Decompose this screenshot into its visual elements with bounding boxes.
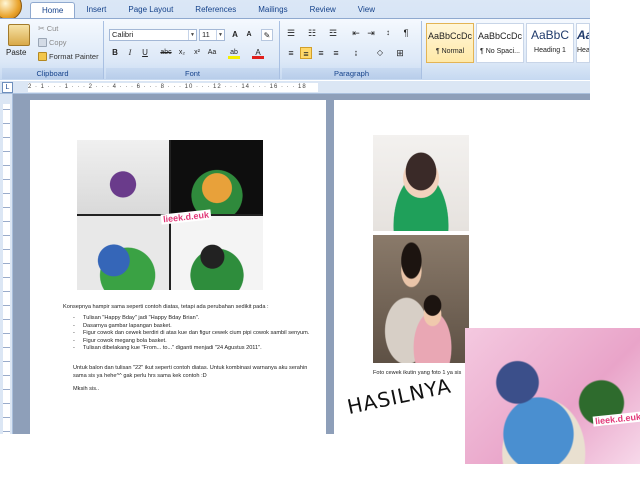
office-button[interactable] <box>0 0 22 20</box>
multilevel-list-icon[interactable]: ☲ <box>327 27 339 39</box>
collage-photo-4 <box>171 216 263 290</box>
grow-font-icon[interactable]: A <box>229 29 241 41</box>
font-color-icon[interactable]: A <box>252 47 264 59</box>
list-item: Figur cowok dan cewek berdiri di atas ku… <box>71 330 313 338</box>
style-no-spacing-name: ¶ No Spaci... <box>480 48 520 55</box>
style-no-spacing-sample: AaBbCcDc <box>477 31 522 41</box>
show-marks-icon[interactable]: ¶ <box>400 27 412 39</box>
tab-review[interactable]: Review <box>299 2 347 19</box>
font-name-select[interactable]: Calibri ▼ <box>109 29 197 41</box>
girl-photo <box>373 135 469 231</box>
style-no-spacing[interactable]: AaBbCcDc ¶ No Spaci... <box>476 23 524 63</box>
list-item: Tulisan "Happy Bday" jadi "Happy Bday Br… <box>71 315 313 323</box>
vertical-ruler-scale <box>3 104 10 434</box>
style-heading-2[interactable]: Aa Hea <box>576 23 590 63</box>
result-cake-photo: lieek.d.euk <box>465 328 640 464</box>
tab-insert[interactable]: Insert <box>75 2 117 19</box>
tab-mailings[interactable]: Mailings <box>247 2 298 19</box>
font-name-value: Calibri <box>112 30 134 39</box>
result-watermark: lieek.d.euk <box>592 411 640 427</box>
style-heading-1[interactable]: AaBbC Heading 1 <box>526 23 574 63</box>
scissors-icon: ✂ <box>38 24 45 33</box>
increase-indent-icon[interactable]: ⇥ <box>365 27 377 39</box>
font-name-dropdown-icon: ▼ <box>188 30 196 40</box>
format-painter-button[interactable]: Format Painter <box>38 52 99 61</box>
shrink-font-icon[interactable]: A <box>243 29 255 41</box>
tab-selector[interactable]: L <box>2 82 13 93</box>
paragraph-group: ☰ ☷ ☲ ⇤ ⇥ ↕ ¶ ≡ ≡ ≡ ≡ ↨ ◇ ⊞ Paragraph <box>282 21 422 79</box>
clipboard-group-label: Clipboard <box>2 68 103 79</box>
sort-icon[interactable]: ↕ <box>382 27 394 39</box>
line-spacing-icon[interactable]: ↨ <box>350 47 362 59</box>
strikethrough-icon[interactable]: abc <box>160 47 172 59</box>
style-normal-sample: AaBbCcDc <box>427 31 472 41</box>
style-heading-1-sample: AaBbC <box>530 28 570 42</box>
italic-icon[interactable]: I <box>124 47 136 59</box>
ribbon-tabs: Home Insert Page Layout References Maili… <box>30 2 386 19</box>
tab-view[interactable]: View <box>347 2 386 19</box>
collage-photo-2 <box>171 140 263 214</box>
list-item: Tulisan dibelakang kue "From... to..." d… <box>71 345 313 353</box>
document-body-text: Konsepnya hampir sama seperti contoh dia… <box>63 304 313 394</box>
borders-icon[interactable]: ⊞ <box>394 47 406 59</box>
style-normal[interactable]: AaBbCcDc ¶ Normal <box>426 23 474 63</box>
collage-photo-1 <box>77 140 169 214</box>
horizontal-ruler[interactable]: 2 · 1 · · · 1 · · · 2 · · · 4 · · · 6 · … <box>28 83 318 92</box>
align-left-icon[interactable]: ≡ <box>285 47 297 59</box>
couple-photo <box>373 235 469 363</box>
tab-page-layout[interactable]: Page Layout <box>117 2 184 19</box>
word-window: Home Insert Page Layout References Maili… <box>0 0 640 480</box>
underline-icon[interactable]: U <box>139 47 151 59</box>
horizontal-ruler-bar: L 2 · 1 · · · 1 · · · 2 · · · 4 · · · 6 … <box>0 81 590 94</box>
font-size-select[interactable]: 11 ▼ <box>199 29 225 41</box>
cake-collage-image: lieek.d.euk <box>77 140 263 290</box>
numbering-icon[interactable]: ☷ <box>306 27 318 39</box>
decrease-indent-icon[interactable]: ⇤ <box>350 27 362 39</box>
tab-references[interactable]: References <box>184 2 247 19</box>
bullets-icon[interactable]: ☰ <box>285 27 297 39</box>
paste-icon <box>8 24 30 46</box>
shading-icon[interactable]: ◇ <box>374 47 386 59</box>
font-size-dropdown-icon: ▼ <box>216 30 224 40</box>
collage-photo-3 <box>77 216 169 290</box>
font-size-value: 11 <box>202 30 210 39</box>
bold-icon[interactable]: B <box>109 47 121 59</box>
style-heading-2-sample: Aa <box>577 28 589 42</box>
clipboard-group: Paste ✂ Cut Copy Format Painter Clipboar… <box>2 21 104 79</box>
closing-paragraph: Mksih sis.. <box>73 386 100 393</box>
style-heading-1-name: Heading 1 <box>534 47 566 54</box>
list-item: Figur cowok megang bola basket. <box>71 338 313 346</box>
vertical-ruler[interactable] <box>0 94 13 434</box>
brush-icon <box>38 52 47 61</box>
style-normal-name: ¶ Normal <box>435 48 465 55</box>
highlight-icon[interactable]: ab <box>228 47 240 59</box>
style-heading-2-name: Hea <box>577 47 589 54</box>
balloon-note-paragraph: Untuk balon dan tulisan "22" ikut sepert… <box>73 365 308 379</box>
copy-button[interactable]: Copy <box>38 38 67 47</box>
superscript-icon[interactable]: x² <box>191 47 203 59</box>
cut-button[interactable]: ✂ Cut <box>38 24 58 33</box>
paragraph-group-label: Paragraph <box>282 68 421 79</box>
font-group-label: Font <box>106 68 279 79</box>
align-center-icon[interactable]: ≡ <box>300 47 312 59</box>
paste-button[interactable]: Paste <box>6 48 26 57</box>
copy-icon <box>38 38 47 47</box>
change-list: Tulisan "Happy Bday" jadi "Happy Bday Br… <box>71 315 313 352</box>
align-right-icon[interactable]: ≡ <box>315 47 327 59</box>
ribbon-panel: Paste ✂ Cut Copy Format Painter Clipboar… <box>0 18 590 80</box>
page-left[interactable]: lieek.d.euk Konsepnya hampir sama sepert… <box>30 100 326 434</box>
ribbon: Home Insert Page Layout References Maili… <box>0 0 590 80</box>
format-painter-label: Format Painter <box>49 52 99 61</box>
tab-home[interactable]: Home <box>30 2 76 19</box>
clear-formatting-icon[interactable]: ✎ <box>261 29 273 41</box>
change-case-icon[interactable]: Aa <box>206 47 218 59</box>
intro-paragraph: Konsepnya hampir sama seperti contoh dia… <box>63 304 269 310</box>
subscript-icon[interactable]: x₂ <box>176 47 188 59</box>
font-group: Calibri ▼ 11 ▼ A A ✎ B I U abc x₂ x² Aa … <box>106 21 280 79</box>
justify-icon[interactable]: ≡ <box>330 47 342 59</box>
list-item: Dasarnya gambar lapangan basket. <box>71 323 313 331</box>
cut-label: Cut <box>46 24 59 33</box>
copy-label: Copy <box>49 38 67 47</box>
